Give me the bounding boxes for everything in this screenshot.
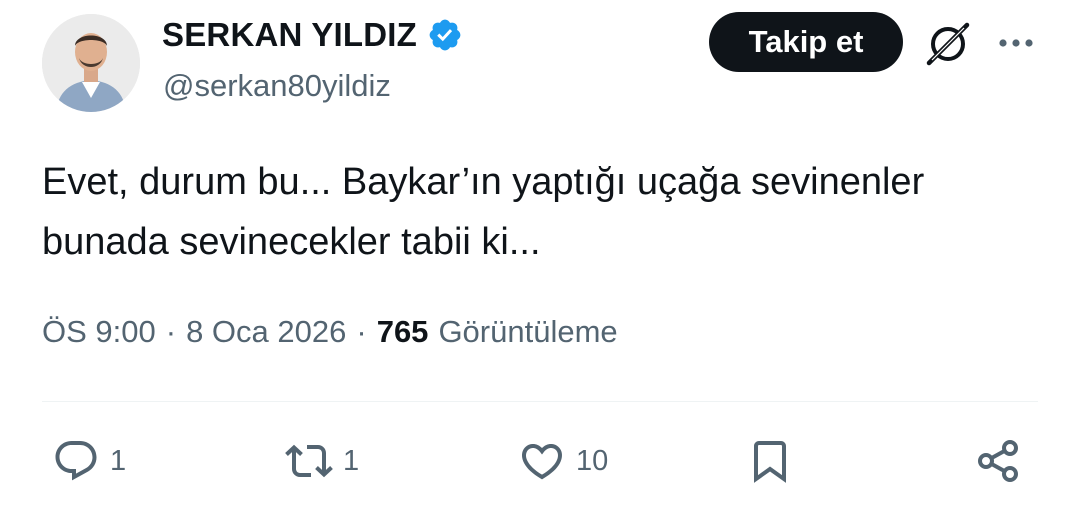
tweet-time[interactable]: ÖS 9:00 — [42, 314, 156, 350]
more-icon[interactable] — [996, 26, 1036, 60]
grok-icon[interactable] — [922, 18, 974, 70]
tweet-meta: ÖS 9:00 · 8 Oca 2026 · 765 Görüntüleme — [42, 314, 618, 350]
tweet-text-line: bunada sevinecekler tabii ki... — [42, 221, 541, 263]
meta-separator: · — [165, 314, 177, 349]
avatar-image — [42, 14, 140, 112]
verified-badge-icon[interactable] — [427, 17, 463, 53]
like-button[interactable]: 10 — [518, 436, 608, 486]
divider — [42, 401, 1038, 402]
reply-count: 1 — [110, 444, 127, 477]
author-handle[interactable]: @serkan80yildiz — [163, 68, 391, 104]
bookmark-icon — [754, 441, 786, 483]
author-name-row: SERKAN YILDIZ — [162, 16, 463, 54]
retweet-button[interactable]: 1 — [285, 436, 359, 486]
meta-separator: · — [356, 314, 367, 349]
tweet-text-line: Evet, durum bu... Baykar’ın yaptığı uçağ… — [42, 161, 925, 203]
retweet-icon — [285, 444, 333, 478]
avatar[interactable] — [42, 14, 140, 112]
reply-icon — [55, 441, 97, 481]
heart-icon — [521, 444, 563, 480]
retweet-count: 1 — [343, 444, 360, 477]
views-label: Görüntüleme — [438, 314, 618, 349]
bookmark-button[interactable] — [746, 436, 794, 486]
tweet-date[interactable]: 8 Oca 2026 — [186, 314, 346, 350]
views-count: 765 — [376, 314, 429, 349]
like-count: 10 — [576, 444, 609, 477]
follow-button[interactable]: Takip et — [709, 12, 903, 72]
display-name[interactable]: SERKAN YILDIZ — [162, 16, 417, 54]
reply-button[interactable]: 1 — [52, 436, 126, 486]
share-icon — [978, 440, 1018, 482]
share-button[interactable] — [974, 436, 1022, 486]
tweet-text: Evet, durum bu... Baykar’ın yaptığı uçağ… — [42, 152, 1042, 272]
